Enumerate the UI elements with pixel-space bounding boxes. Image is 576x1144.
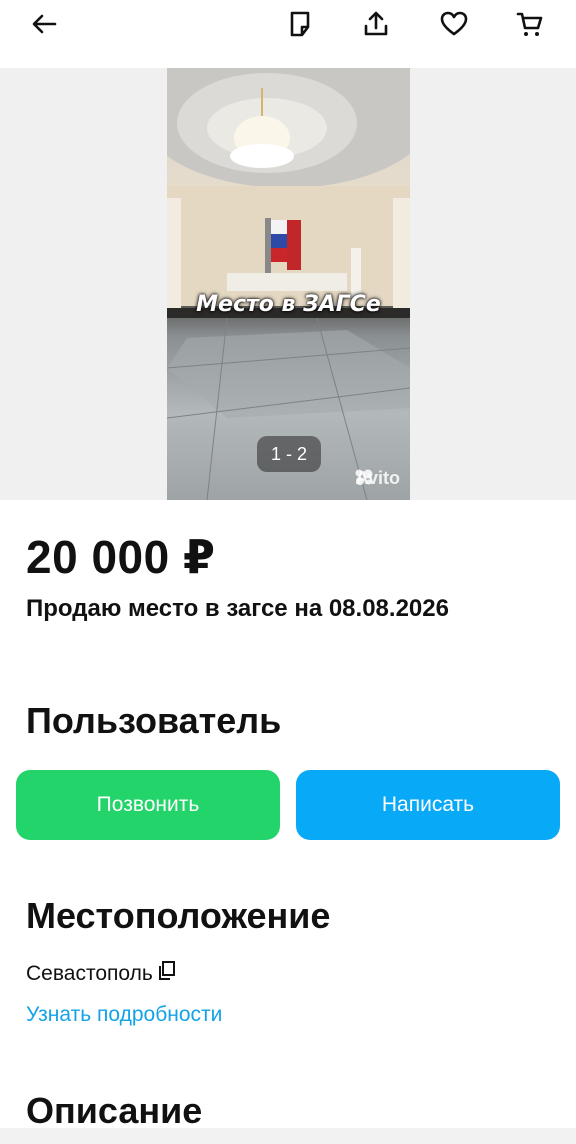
back-arrow-icon[interactable]: [24, 4, 64, 44]
top-bar: [0, 0, 576, 68]
bottom-divider: [0, 1128, 576, 1144]
details-link[interactable]: Узнать подробности: [26, 1003, 222, 1027]
location-city: Севастополь: [26, 960, 177, 988]
cart-icon[interactable]: [510, 4, 550, 44]
seller-heading: Пользователь: [26, 700, 282, 741]
city-name: Севастополь: [26, 962, 153, 985]
listing-price: 20 000 ₽: [26, 531, 216, 583]
listing-title: Продаю место в загсе на 08.08.2026: [26, 595, 449, 622]
avito-watermark: Avito: [354, 468, 400, 489]
listing-photo[interactable]: Место в ЗАГСе 1 - 2 Avito: [167, 68, 410, 500]
share-icon[interactable]: [356, 4, 396, 44]
heart-icon[interactable]: [434, 4, 474, 44]
image-gallery[interactable]: Место в ЗАГСе 1 - 2 Avito: [0, 68, 576, 500]
call-button[interactable]: Позвонить: [16, 770, 280, 840]
location-heading: Местоположение: [26, 895, 331, 936]
description-heading: Описание: [26, 1090, 203, 1131]
photo-caption: Место в ЗАГСе: [196, 292, 381, 317]
message-button[interactable]: Написать: [296, 770, 560, 840]
photo-counter-badge: 1 - 2: [257, 436, 321, 472]
note-icon[interactable]: [280, 4, 320, 44]
copy-icon[interactable]: [157, 960, 177, 988]
